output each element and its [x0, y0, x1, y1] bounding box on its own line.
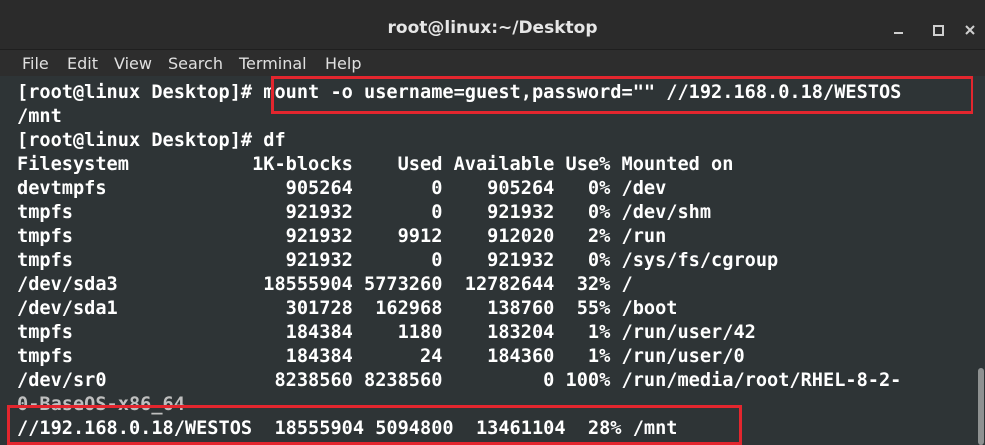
maximize-icon [932, 25, 944, 36]
terminal-window: root@linux:~/Desktop File Edit View Sear… [0, 0, 985, 445]
minimize-button[interactable] [888, 20, 908, 40]
menu-edit[interactable]: Edit [67, 50, 98, 76]
close-icon [965, 25, 975, 35]
minimize-icon [893, 32, 903, 34]
terminal-line: devtmpfs 905264 0 905264 0% /dev [17, 178, 667, 199]
terminal-line: tmpfs 921932 0 921932 0% /sys/fs/cgroup [17, 250, 779, 271]
terminal-line: /dev/sda1 301728 162968 138760 55% /boot [17, 298, 678, 319]
menu-file[interactable]: File [22, 50, 49, 76]
terminal-output[interactable]: [root@linux Desktop]# mount -o username=… [0, 76, 985, 445]
terminal-line: 0-BaseOS-x86_64 [17, 394, 185, 415]
terminal-line: [root@linux Desktop]# mount -o username=… [17, 82, 902, 103]
terminal-line: tmpfs 921932 9912 912020 2% /run [17, 226, 667, 247]
terminal-line: /dev/sr0 8238560 8238560 0 100% /run/med… [17, 370, 902, 391]
close-button[interactable] [960, 20, 980, 40]
terminal-line: tmpfs 921932 0 921932 0% /dev/shm [17, 202, 712, 223]
terminal-line: tmpfs 184384 1180 183204 1% /run/user/42 [17, 322, 756, 343]
terminal-line: /mnt [17, 106, 62, 127]
terminal-line: //192.168.0.18/WESTOS 18555904 5094800 1… [17, 418, 678, 439]
menu-bar: File Edit View Search Terminal Help [0, 50, 985, 76]
scrollbar-thumb[interactable] [978, 368, 984, 445]
terminal-line: /dev/sda3 18555904 5773260 12782644 32% … [17, 274, 633, 295]
window-title: root@linux:~/Desktop [387, 18, 598, 38]
menu-terminal[interactable]: Terminal [239, 50, 307, 76]
scrollbar[interactable] [973, 76, 985, 445]
menu-help[interactable]: Help [325, 50, 361, 76]
title-bar[interactable]: root@linux:~/Desktop [0, 0, 985, 50]
terminal-line: tmpfs 184384 24 184360 1% /run/user/0 [17, 346, 745, 367]
menu-search[interactable]: Search [168, 50, 223, 76]
menu-view[interactable]: View [114, 50, 152, 76]
maximize-button[interactable] [928, 20, 948, 40]
terminal-line: Filesystem 1K-blocks Used Available Use%… [17, 154, 734, 175]
terminal-line: [root@linux Desktop]# df [17, 130, 286, 151]
